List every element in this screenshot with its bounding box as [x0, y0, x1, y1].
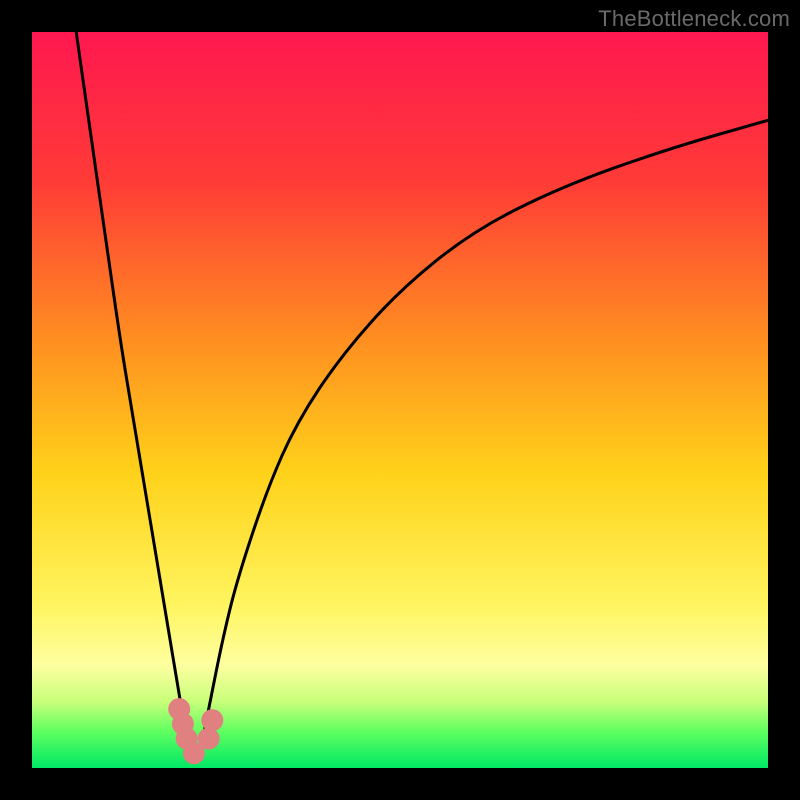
bottleneck-curve: [32, 32, 768, 768]
data-marker: [198, 728, 220, 750]
plot-area: [32, 32, 768, 768]
chart-frame: TheBottleneck.com: [0, 0, 800, 800]
data-marker: [201, 709, 223, 731]
watermark-text: TheBottleneck.com: [598, 6, 790, 32]
